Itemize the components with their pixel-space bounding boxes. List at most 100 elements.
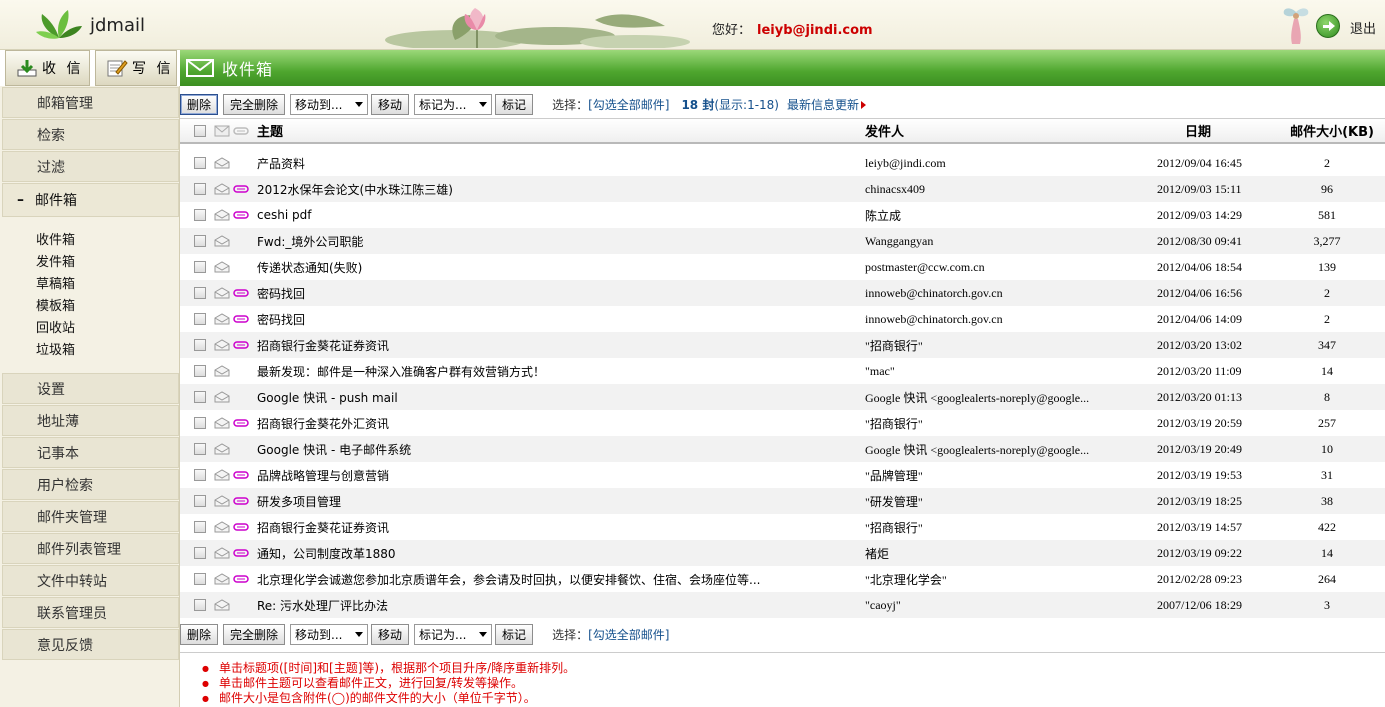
table-row[interactable]: 密码找回 innoweb@chinatorch.gov.cn 2012/04/06 … [180, 306, 1385, 332]
row-checkbox[interactable] [194, 235, 206, 247]
message-subject[interactable]: 通知，公司制度改革1880 [250, 545, 865, 562]
sidebar-item-search[interactable]: 检索 [2, 119, 179, 150]
mark-as-select-bottom[interactable]: 标记为... [414, 623, 493, 645]
message-subject[interactable]: 传递状态通知(失败) [250, 259, 865, 276]
row-checkbox[interactable] [194, 261, 206, 273]
table-row[interactable]: Google 快讯 - push mail Google 快讯 <googleal… [180, 384, 1385, 410]
folder-inbox[interactable]: 收件箱 [36, 230, 179, 252]
delete-button-bottom[interactable]: 删除 [180, 623, 219, 645]
sidebar-group-mailboxes[interactable]: – 邮件箱 [2, 183, 179, 217]
message-subject[interactable]: 最新发现：邮件是一种深入准确客户群有效营销方式！ [250, 363, 865, 380]
table-row[interactable]: 传递状态通知(失败) postmaster@ccw.com.cn 2012/04/0… [180, 254, 1385, 280]
row-checkbox[interactable] [194, 469, 206, 481]
row-checkbox[interactable] [194, 547, 206, 559]
table-row[interactable]: ceshi pdf 陈立成 2012/09/03 14:29 581 [180, 202, 1385, 228]
move-button-bottom[interactable]: 移动 [371, 623, 410, 645]
message-subject[interactable]: Fwd:_境外公司职能 [250, 233, 865, 250]
row-checkbox[interactable] [194, 417, 206, 429]
latest-update-link[interactable]: 最新信息更新 [787, 96, 867, 113]
row-checkbox[interactable] [194, 313, 206, 325]
logout-link[interactable]: 退出 [1350, 18, 1376, 37]
sidebar-item-filter[interactable]: 过滤 [2, 151, 179, 182]
table-row[interactable]: 招商银行金葵花证券资讯 "招商银行" 2012/03/20 13:02 347 [180, 332, 1385, 358]
message-from: "北京理化学会" [865, 572, 947, 587]
message-subject[interactable]: 招商银行金葵花证券资讯 [250, 337, 865, 354]
row-checkbox[interactable] [194, 443, 206, 455]
delete-button[interactable]: 删除 [180, 93, 219, 115]
receive-mail-button[interactable]: 收 信 [5, 50, 90, 86]
folder-spam[interactable]: 垃圾箱 [36, 340, 179, 362]
sidebar-item-contact-admin[interactable]: 联系管理员 [2, 597, 179, 628]
message-subject[interactable]: Re: 污水处理厂评比办法 [250, 597, 865, 614]
message-subject[interactable]: 密码找回 [250, 311, 865, 328]
column-subject[interactable]: 主题 [250, 121, 865, 140]
message-subject[interactable]: 招商银行金葵花证券资讯 [250, 519, 865, 536]
mark-button-bottom[interactable]: 标记 [495, 623, 534, 645]
row-checkbox[interactable] [194, 599, 206, 611]
message-subject[interactable]: 产品资料 [250, 155, 865, 172]
column-from[interactable]: 发件人 [865, 121, 1157, 140]
message-subject[interactable]: 北京理化学会诚邀您参加北京质谱年会，参会请及时回执，以便安排餐饮、住宿、会场座位… [250, 571, 865, 588]
row-checkbox[interactable] [194, 521, 206, 533]
sidebar-item-address-book[interactable]: 地址薄 [2, 405, 179, 436]
message-subject[interactable]: 密码找回 [250, 285, 865, 302]
mark-button[interactable]: 标记 [495, 93, 534, 115]
logout-icon[interactable] [1316, 14, 1340, 38]
table-row[interactable]: 研发多项目管理 "研发管理" 2012/03/19 18:25 38 [180, 488, 1385, 514]
permanent-delete-button[interactable]: 完全删除 [223, 93, 286, 115]
table-row[interactable]: 通知，公司制度改革1880 褚炬 2012/03/19 09:22 14 [180, 540, 1385, 566]
row-checkbox[interactable] [194, 157, 206, 169]
message-subject[interactable]: 2012水保年会论文(中水珠江陈三雄) [250, 181, 865, 198]
select-all-link-bottom[interactable]: [勾选全部邮件] [588, 626, 669, 643]
row-checkbox[interactable] [194, 287, 206, 299]
select-all-checkbox[interactable] [194, 124, 206, 137]
message-subject[interactable]: ceshi pdf [250, 208, 865, 222]
move-to-select[interactable]: 移动到... [290, 93, 369, 115]
row-checkbox[interactable] [194, 391, 206, 403]
compose-mail-button[interactable]: 写 信 [95, 50, 177, 86]
table-row[interactable]: 产品资料 leiyb@jindi.com 2012/09/04 16:45 2 [180, 150, 1385, 176]
table-row[interactable]: Google 快讯 - 电子邮件系统 Google 快讯 <googlealert… [180, 436, 1385, 462]
mark-as-select[interactable]: 标记为... [414, 93, 493, 115]
opened-envelope-icon [214, 365, 230, 377]
sidebar-item-folder-admin[interactable]: 邮件夹管理 [2, 501, 179, 532]
row-checkbox[interactable] [194, 209, 206, 221]
table-row[interactable]: Fwd:_境外公司职能 Wanggangyan 2012/08/30 09:41 3,… [180, 228, 1385, 254]
message-subject[interactable]: Google 快讯 - push mail [250, 389, 865, 406]
sidebar-item-label: 过滤 [37, 159, 65, 176]
message-subject[interactable]: Google 快讯 - 电子邮件系统 [250, 441, 865, 458]
message-subject[interactable]: 品牌战略管理与创意营销 [250, 467, 865, 484]
table-row[interactable]: 招商银行金葵花外汇资讯 "招商银行" 2012/03/19 20:59 257 [180, 410, 1385, 436]
message-subject[interactable]: 研发多项目管理 [250, 493, 865, 510]
sidebar-item-settings[interactable]: 设置 [2, 373, 179, 404]
row-checkbox[interactable] [194, 365, 206, 377]
table-row[interactable]: 2012水保年会论文(中水珠江陈三雄) chinacsx409 2012/09/03… [180, 176, 1385, 202]
permanent-delete-button-bottom[interactable]: 完全删除 [223, 623, 286, 645]
table-row[interactable]: 招商银行金葵花证券资讯 "招商银行" 2012/03/19 14:57 422 [180, 514, 1385, 540]
move-to-select-bottom[interactable]: 移动到... [290, 623, 369, 645]
sidebar-item-user-search[interactable]: 用户检索 [2, 469, 179, 500]
folder-drafts[interactable]: 草稿箱 [36, 274, 179, 296]
row-checkbox[interactable] [194, 183, 206, 195]
sidebar-item-mailbox-admin[interactable]: 邮箱管理 [2, 87, 179, 118]
row-checkbox[interactable] [194, 495, 206, 507]
select-all-link[interactable]: [勾选全部邮件] [588, 96, 669, 113]
table-row[interactable]: 最新发现：邮件是一种深入准确客户群有效营销方式！ "mac" 2012/03/20 … [180, 358, 1385, 384]
folder-trash[interactable]: 回收站 [36, 318, 179, 340]
table-row[interactable]: 北京理化学会诚邀您参加北京质谱年会，参会请及时回执，以便安排餐饮、住宿、会场座位… [180, 566, 1385, 592]
folder-templates[interactable]: 模板箱 [36, 296, 179, 318]
column-size[interactable]: 邮件大小(KB) [1277, 121, 1377, 140]
sidebar-item-notepad[interactable]: 记事本 [2, 437, 179, 468]
folder-sent[interactable]: 发件箱 [36, 252, 179, 274]
table-row[interactable]: Re: 污水处理厂评比办法 "caoyj" 2007/12/06 18:29 3 [180, 592, 1385, 618]
sidebar-item-feedback[interactable]: 意见反馈 [2, 629, 179, 660]
move-button[interactable]: 移动 [371, 93, 410, 115]
sidebar-item-mailing-list[interactable]: 邮件列表管理 [2, 533, 179, 564]
table-row[interactable]: 密码找回 innoweb@chinatorch.gov.cn 2012/04/06 … [180, 280, 1385, 306]
message-subject[interactable]: 招商银行金葵花外汇资讯 [250, 415, 865, 432]
column-date[interactable]: 日期 [1157, 121, 1277, 140]
table-row[interactable]: 品牌战略管理与创意营销 "品牌管理" 2012/03/19 19:53 31 [180, 462, 1385, 488]
row-checkbox[interactable] [194, 573, 206, 585]
row-checkbox[interactable] [194, 339, 206, 351]
sidebar-item-file-transfer[interactable]: 文件中转站 [2, 565, 179, 596]
